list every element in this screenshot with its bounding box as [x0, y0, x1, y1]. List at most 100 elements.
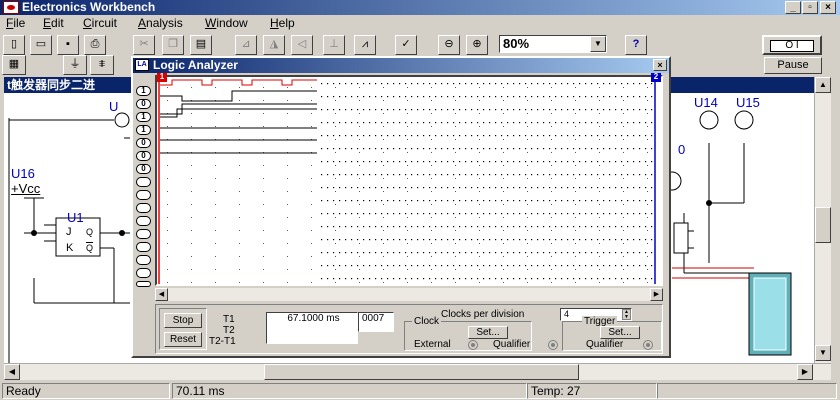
flip-vertical-icon[interactable]: ◁ — [291, 35, 313, 55]
channel-indicator — [136, 203, 151, 213]
trigger-set-button[interactable]: Set... — [600, 326, 640, 339]
logic-analyzer-icon: LA — [135, 59, 149, 71]
scroll-right-icon[interactable]: ▶ — [650, 288, 663, 301]
component-label-u16: U16 — [11, 166, 35, 181]
circuit-window-titlebar-right — [668, 77, 814, 93]
app-icon — [3, 1, 19, 14]
trigger-qualifier-radio[interactable] — [643, 340, 653, 350]
help-icon[interactable]: ? — [625, 35, 647, 55]
scroll-up-icon[interactable]: ▲ — [815, 77, 831, 93]
menu-help[interactable]: Help — [270, 16, 295, 31]
menu-analysis[interactable]: Analysis — [138, 16, 183, 31]
status-simulation-time: 70.11 ms — [172, 383, 527, 399]
logic-analyzer-controls: Stop Reset T1 T2 T2-T1 67.1000 ms 0007 C… — [155, 304, 663, 354]
main-toolbar: ▯ ▭ ▪ ⎙ ✂ ❐ ▤ ⊿ ◮ ◁ ⊥ ⩘ ✓ ⊖ ⊕ ? — [0, 33, 840, 55]
paste-icon[interactable]: ▤ — [190, 35, 212, 55]
create-subcircuit-icon[interactable]: ⩘ — [354, 35, 376, 55]
new-file-icon[interactable]: ▯ — [3, 35, 25, 55]
analysis-graph-icon[interactable]: ✓ — [395, 35, 417, 55]
t2-t1-label: T2-T1 — [209, 336, 236, 347]
logic-analyzer-scrollbar[interactable]: ◀ ▶ — [155, 288, 663, 301]
reset-button[interactable]: Reset — [164, 332, 202, 347]
channel-indicator — [136, 177, 151, 187]
clock-qualifier-label: Qualifier — [493, 339, 531, 350]
restore-button[interactable]: ▫ — [802, 1, 818, 14]
spinner-arrows-icon[interactable]: ▲ ▼ — [622, 309, 631, 320]
external-label: External — [414, 339, 451, 350]
logic-analyzer-display[interactable]: 1 2 — [155, 73, 663, 286]
cut-icon[interactable]: ✂ — [133, 35, 155, 55]
vcc-label: +Vcc — [11, 181, 41, 196]
close-button[interactable]: × — [820, 1, 836, 14]
cursor-1-marker[interactable]: 1 — [157, 73, 167, 82]
time-readout: 67.1000 ms — [266, 312, 358, 344]
scroll-down-icon[interactable]: ▼ — [815, 345, 831, 361]
print-icon[interactable]: ⎙ — [84, 35, 106, 55]
status-temperature: Temp: 27 — [527, 383, 657, 399]
channel-indicator — [136, 268, 151, 278]
logic-analyzer-window[interactable]: Logic Analyzer LA × 1 0 1 1 0 0 0 1 2 ◀ … — [131, 56, 671, 358]
scroll-thumb[interactable] — [264, 364, 579, 380]
circuit-horizontal-scrollbar[interactable]: ◀ ▶ — [4, 363, 831, 380]
stop-button[interactable]: Stop — [164, 313, 202, 328]
clock-qualifier-radio[interactable] — [548, 340, 558, 350]
menu-window[interactable]: Window — [205, 16, 248, 31]
pause-button[interactable]: Pause — [764, 57, 822, 74]
channel-indicator — [136, 216, 151, 226]
flip-flop-qbar-pin: Q — [86, 243, 94, 253]
rotate-icon[interactable]: ⊿ — [235, 35, 257, 55]
seven-segment-display-module — [748, 272, 792, 356]
hex-readout: 0007 — [358, 312, 394, 332]
flip-flop-j-pin: J — [66, 226, 72, 238]
menu-bar: File Edit Circuit Analysis Window Help — [0, 15, 840, 33]
flip-horizontal-icon[interactable]: ◮ — [263, 35, 285, 55]
parts-bin-icon[interactable]: ▦ — [2, 55, 26, 75]
clock-set-button[interactable]: Set... — [468, 326, 508, 339]
menu-file[interactable]: File — [6, 16, 25, 31]
close-icon[interactable]: × — [653, 59, 667, 71]
trigger-qualifier-label: Qualifier — [586, 339, 624, 350]
clocks-per-division-label: Clocks per division — [441, 309, 525, 320]
scroll-left-icon[interactable]: ◀ — [155, 288, 168, 301]
copy-icon[interactable]: ❐ — [162, 35, 184, 55]
component-label-zero: 0 — [678, 142, 686, 157]
zoom-in-icon[interactable]: ⊕ — [466, 35, 488, 55]
status-extra — [657, 383, 837, 399]
t1-value: 67.1000 ms — [287, 313, 340, 324]
channel-indicator: 0 — [136, 99, 151, 109]
minimize-button[interactable]: _ — [785, 1, 801, 14]
circuit-window-title: t触发器同步二进 — [4, 77, 132, 93]
chevron-down-icon[interactable]: ▼ — [590, 36, 606, 52]
circuit-vertical-scrollbar[interactable]: ▲ ▼ — [814, 77, 831, 363]
open-folder-icon[interactable]: ▭ — [30, 35, 52, 55]
clock-label: Clock — [412, 316, 442, 328]
scroll-left-icon[interactable]: ◀ — [4, 364, 20, 380]
power-switch-label: O I — [770, 40, 814, 52]
status-ready: Ready — [2, 383, 170, 399]
channel-indicator — [136, 255, 151, 265]
save-icon[interactable]: ▪ — [57, 35, 79, 55]
external-radio[interactable] — [468, 340, 478, 350]
zoom-select[interactable]: 80% ▼ — [499, 35, 607, 53]
component-properties-icon[interactable]: ⊥ — [323, 35, 345, 55]
power-switch[interactable]: O I — [762, 35, 822, 55]
channel-indicator: 0 — [136, 151, 151, 161]
waveform-display — [158, 77, 656, 284]
channel-indicator — [136, 242, 151, 252]
scroll-right-icon[interactable]: ▶ — [797, 364, 813, 380]
ground-source-icon[interactable]: ⏚ — [63, 55, 87, 75]
component-label-u15: U15 — [736, 95, 760, 110]
menu-circuit[interactable]: Circuit — [83, 16, 117, 31]
menu-edit[interactable]: Edit — [43, 16, 64, 31]
channel-indicators: 1 0 1 1 0 0 0 — [133, 75, 155, 287]
cursor-2-marker[interactable]: 2 — [651, 73, 661, 82]
parts-bin-toolbar: ▦ ⏚ ⩨ — [0, 55, 130, 75]
channel-indicator: 1 — [136, 112, 151, 122]
channel-indicator: 0 — [136, 164, 151, 174]
zoom-out-icon[interactable]: ⊖ — [438, 35, 460, 55]
resistor-icon[interactable]: ⩨ — [90, 55, 114, 75]
component-label-u: U — [109, 99, 119, 114]
flip-flop-k-pin: K — [66, 242, 74, 254]
flip-flop-q-pin: Q — [86, 227, 94, 237]
scroll-thumb[interactable] — [815, 207, 831, 243]
